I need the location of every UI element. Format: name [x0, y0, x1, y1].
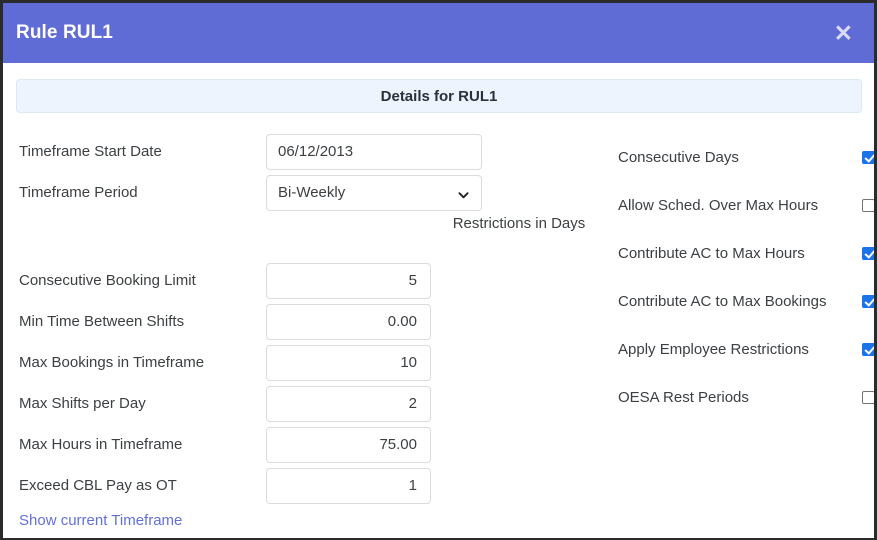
field-row-timeframe-period: Timeframe Period Bi-Weekly: [16, 172, 606, 213]
dialog-title-bar: Rule RUL1 ✕: [3, 3, 874, 63]
field-row-max-hours-in-timeframe: Max Hours in Timeframe 75.00: [16, 424, 606, 465]
label-max-shifts-per-day: Max Shifts per Day: [19, 395, 146, 412]
timeframe-start-date-input[interactable]: 06/12/2013: [266, 133, 482, 170]
field-row-max-bookings-in-timeframe: Max Bookings in Timeframe 10: [16, 342, 606, 383]
label-min-time-between-shifts: Min Time Between Shifts: [19, 313, 185, 330]
option-row-contribute-ac-to-max-bookings: Contribute AC to Max Bookings: [618, 277, 874, 325]
label-consecutive-days: Consecutive Days: [618, 148, 739, 166]
max-shifts-per-day-input[interactable]: 2: [266, 385, 431, 422]
option-row-apply-employee-restrictions: Apply Employee Restrictions: [618, 325, 874, 373]
dialog-body: Details for RUL1 Timeframe Start Date 06…: [3, 63, 874, 538]
restrictions-in-days-header: Restrictions in Days: [452, 215, 586, 232]
left-form-column: Timeframe Start Date 06/12/2013 Timefram…: [16, 123, 606, 506]
label-contribute-ac-to-max-bookings: Contribute AC to Max Bookings: [618, 292, 827, 310]
label-contribute-ac-to-max-hours: Contribute AC to Max Hours: [618, 244, 805, 262]
rule-details-dialog: Rule RUL1 ✕ Details for RUL1 Timeframe S…: [3, 3, 875, 539]
label-exceed-cbl-pay-as-ot: Exceed CBL Pay as OT: [19, 477, 177, 494]
option-row-oesa-rest-periods: OESA Rest Periods: [618, 373, 874, 421]
checkbox-apply-employee-restrictions[interactable]: [862, 342, 874, 356]
consecutive-booking-limit-input[interactable]: 5: [266, 262, 431, 299]
checkbox-contribute-ac-to-max-bookings[interactable]: [862, 294, 874, 308]
label-timeframe-start-date: Timeframe Start Date: [19, 143, 162, 160]
option-row-contribute-ac-to-max-hours: Contribute AC to Max Hours: [618, 229, 874, 277]
option-row-consecutive-days: Consecutive Days: [618, 133, 874, 181]
label-apply-employee-restrictions: Apply Employee Restrictions: [618, 340, 809, 358]
chevron-down-icon: [458, 187, 469, 198]
dialog-title: Rule RUL1: [16, 22, 113, 43]
field-row-consecutive-booking-limit: Consecutive Booking Limit 5: [16, 260, 606, 301]
checkbox-contribute-ac-to-max-hours[interactable]: [862, 246, 874, 260]
field-row-timeframe-start-date: Timeframe Start Date 06/12/2013: [16, 131, 606, 172]
label-max-hours-in-timeframe: Max Hours in Timeframe: [19, 436, 183, 453]
field-row-exceed-cbl-pay-as-ot: Exceed CBL Pay as OT 1: [16, 465, 606, 506]
timeframe-period-select[interactable]: Bi-Weekly: [266, 174, 482, 211]
details-banner-label: Details for RUL1: [380, 87, 498, 105]
label-oesa-rest-periods: OESA Rest Periods: [618, 388, 749, 406]
timeframe-period-value: Bi-Weekly: [278, 184, 346, 201]
label-consecutive-booking-limit: Consecutive Booking Limit: [19, 272, 196, 289]
label-timeframe-period: Timeframe Period: [19, 184, 138, 201]
exceed-cbl-pay-as-ot-input[interactable]: 1: [266, 467, 431, 504]
min-time-between-shifts-input[interactable]: 0.00: [266, 303, 431, 340]
label-allow-sched-over-max-hours: Allow Sched. Over Max Hours: [618, 196, 819, 214]
details-banner: Details for RUL1: [16, 79, 862, 113]
right-options-column: Consecutive Days Allow Sched. Over Max H…: [618, 133, 874, 421]
max-hours-in-timeframe-input[interactable]: 75.00: [266, 426, 431, 463]
field-row-max-shifts-per-day: Max Shifts per Day 2: [16, 383, 606, 424]
checkbox-oesa-rest-periods[interactable]: [862, 390, 874, 404]
checkbox-allow-sched-over-max-hours[interactable]: [862, 198, 874, 212]
option-row-allow-sched-over-max-hours: Allow Sched. Over Max Hours: [618, 181, 874, 229]
checkbox-consecutive-days[interactable]: [862, 150, 874, 164]
close-icon[interactable]: ✕: [830, 20, 857, 47]
max-bookings-in-timeframe-input[interactable]: 10: [266, 344, 431, 381]
show-current-timeframe-link[interactable]: Show current Timeframe: [19, 512, 182, 529]
field-row-min-time-between-shifts: Min Time Between Shifts 0.00: [16, 301, 606, 342]
label-max-bookings-in-timeframe: Max Bookings in Timeframe: [19, 354, 205, 371]
